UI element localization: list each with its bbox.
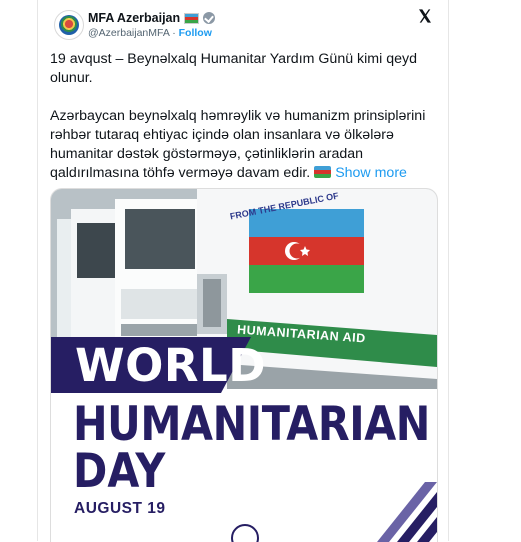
- tweet-paragraph-1: 19 avqust – Beynəlxalq Humanitar Yardım …: [50, 51, 417, 86]
- tweet-header: MFA Azerbaijan @AzerbaijanMFA · Follow: [54, 8, 436, 44]
- handle-line: @AzerbaijanMFA · Follow: [88, 27, 212, 39]
- x-logo-icon[interactable]: [417, 8, 433, 29]
- tweet-text: 19 avqust – Beynəlxalq Humanitar Yardım …: [50, 50, 434, 183]
- tweet-card: MFA Azerbaijan @AzerbaijanMFA · Follow 1…: [37, 0, 449, 542]
- headline-day: DAY: [73, 444, 166, 499]
- event-date: AUGUST 19: [74, 500, 166, 517]
- azerbaijan-flag-icon: [184, 12, 200, 24]
- verified-badge-icon: [203, 12, 216, 24]
- azerbaijan-emblem-icon: [59, 15, 79, 35]
- follow-button[interactable]: Follow: [179, 27, 212, 39]
- ministry-seal-icon: [231, 524, 259, 542]
- show-more-link[interactable]: Show more: [335, 165, 407, 181]
- tweet-media-image[interactable]: FROM THE REPUBLIC OF HUMANITARIAN AID WO…: [50, 188, 438, 542]
- azerbaijan-flag-icon: [314, 166, 332, 178]
- author-line: MFA Azerbaijan: [88, 11, 216, 25]
- tweet-paragraph-2: Azərbaycan beynəlxalq həmrəylik və human…: [50, 107, 434, 183]
- headline-world: WORLD: [75, 339, 267, 392]
- decorative-stripes: [377, 482, 437, 542]
- author-name[interactable]: MFA Azerbaijan: [88, 11, 180, 25]
- author-handle[interactable]: @AzerbaijanMFA: [88, 27, 169, 39]
- avatar[interactable]: [54, 10, 84, 40]
- separator: ·: [169, 27, 179, 39]
